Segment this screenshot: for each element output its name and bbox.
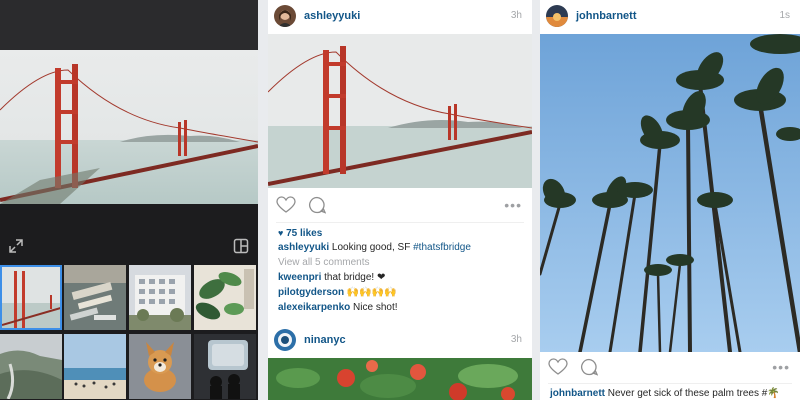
window-thumb[interactable] [194,334,256,399]
post-photo[interactable] [268,358,532,400]
post-caption: ashleyyuki Looking good, SF #thatsfbridg… [278,242,471,253]
post-actions-bar: ••• [540,354,800,384]
post-photo[interactable] [268,34,532,188]
heart-outline-icon[interactable] [548,358,568,381]
feed-column-right: johnbarnett 1s ••• johnbarnett Never get… [540,0,800,400]
beach-thumb[interactable] [64,334,126,399]
column-gutter [258,0,268,400]
view-all-comments-link[interactable]: View all 5 comments [278,257,370,268]
caption-text: Looking good, SF [329,242,414,253]
comment-username[interactable]: pilotgyderson [278,287,344,298]
column-gutter [532,0,540,400]
small-heart-icon: ♥ [278,228,284,238]
comment-bubble-icon[interactable] [580,358,599,381]
post-timestamp: 3h [510,10,522,21]
coast-thumb[interactable] [0,334,62,399]
avatar[interactable] [546,5,568,27]
caption-username[interactable]: johnbarnett [550,388,605,399]
comment-text: 🙌🙌🙌🙌 [344,287,397,298]
post-username[interactable]: ninanyc [304,334,346,346]
expand-icon[interactable] [8,238,24,254]
more-options-icon[interactable]: ••• [772,360,790,374]
comment-text: that bridge! ❤ [321,272,386,283]
post-header: johnbarnett 1s [540,0,800,34]
layout-icon[interactable] [233,238,249,254]
picker-top-bar [0,0,258,50]
comment-text: Nice shot! [350,302,398,313]
post-username[interactable]: johnbarnett [576,10,637,22]
divider [276,222,524,223]
post-username[interactable]: ashleyyuki [304,10,360,22]
post-timestamp: 1s [779,10,790,21]
hashtag-link[interactable]: #thatsfbridge [413,242,471,253]
likes-count[interactable]: ♥ 75 likes [278,228,322,239]
comment-row: kweenpri that bridge! ❤ [278,272,385,283]
feed-column-middle: ashleyyuki 3h ••• ♥ 75 likes ashleyyuki … [268,0,532,400]
avatar[interactable] [274,329,296,351]
post-header: ninanyc 3h [268,324,532,358]
photo-thumbnail-grid [0,264,258,400]
comment-bubble-icon[interactable] [308,196,327,219]
comment-username[interactable]: alexeikarpenko [278,302,350,313]
plants-thumb[interactable] [194,265,256,330]
caption-username[interactable]: ashleyyuki [278,242,329,253]
post-timestamp: 3h [510,334,522,345]
heart-outline-icon[interactable] [276,196,296,219]
dog-thumb[interactable] [129,334,191,399]
caption-text: Never get sick of these palm trees #🌴 [605,388,780,399]
building-thumb[interactable] [129,265,191,330]
comment-username[interactable]: kweenpri [278,272,321,283]
divider [548,383,792,384]
post-header: ashleyyuki 3h [268,0,532,34]
photo-picker-panel [0,0,258,400]
avatar[interactable] [274,5,296,27]
harbor-thumb[interactable] [64,265,126,330]
post-caption: johnbarnett Never get sick of these palm… [550,388,780,399]
comment-row: alexeikarpenko Nice shot! [278,302,398,313]
post-actions-bar: ••• [268,192,532,222]
comment-row: pilotgyderson 🙌🙌🙌🙌 [278,287,397,298]
more-options-icon[interactable]: ••• [504,198,522,212]
golden-gate-thumb[interactable] [0,265,62,330]
selected-photo-preview[interactable] [0,50,258,204]
post-photo[interactable] [540,34,800,352]
picker-toolbar [0,204,258,264]
